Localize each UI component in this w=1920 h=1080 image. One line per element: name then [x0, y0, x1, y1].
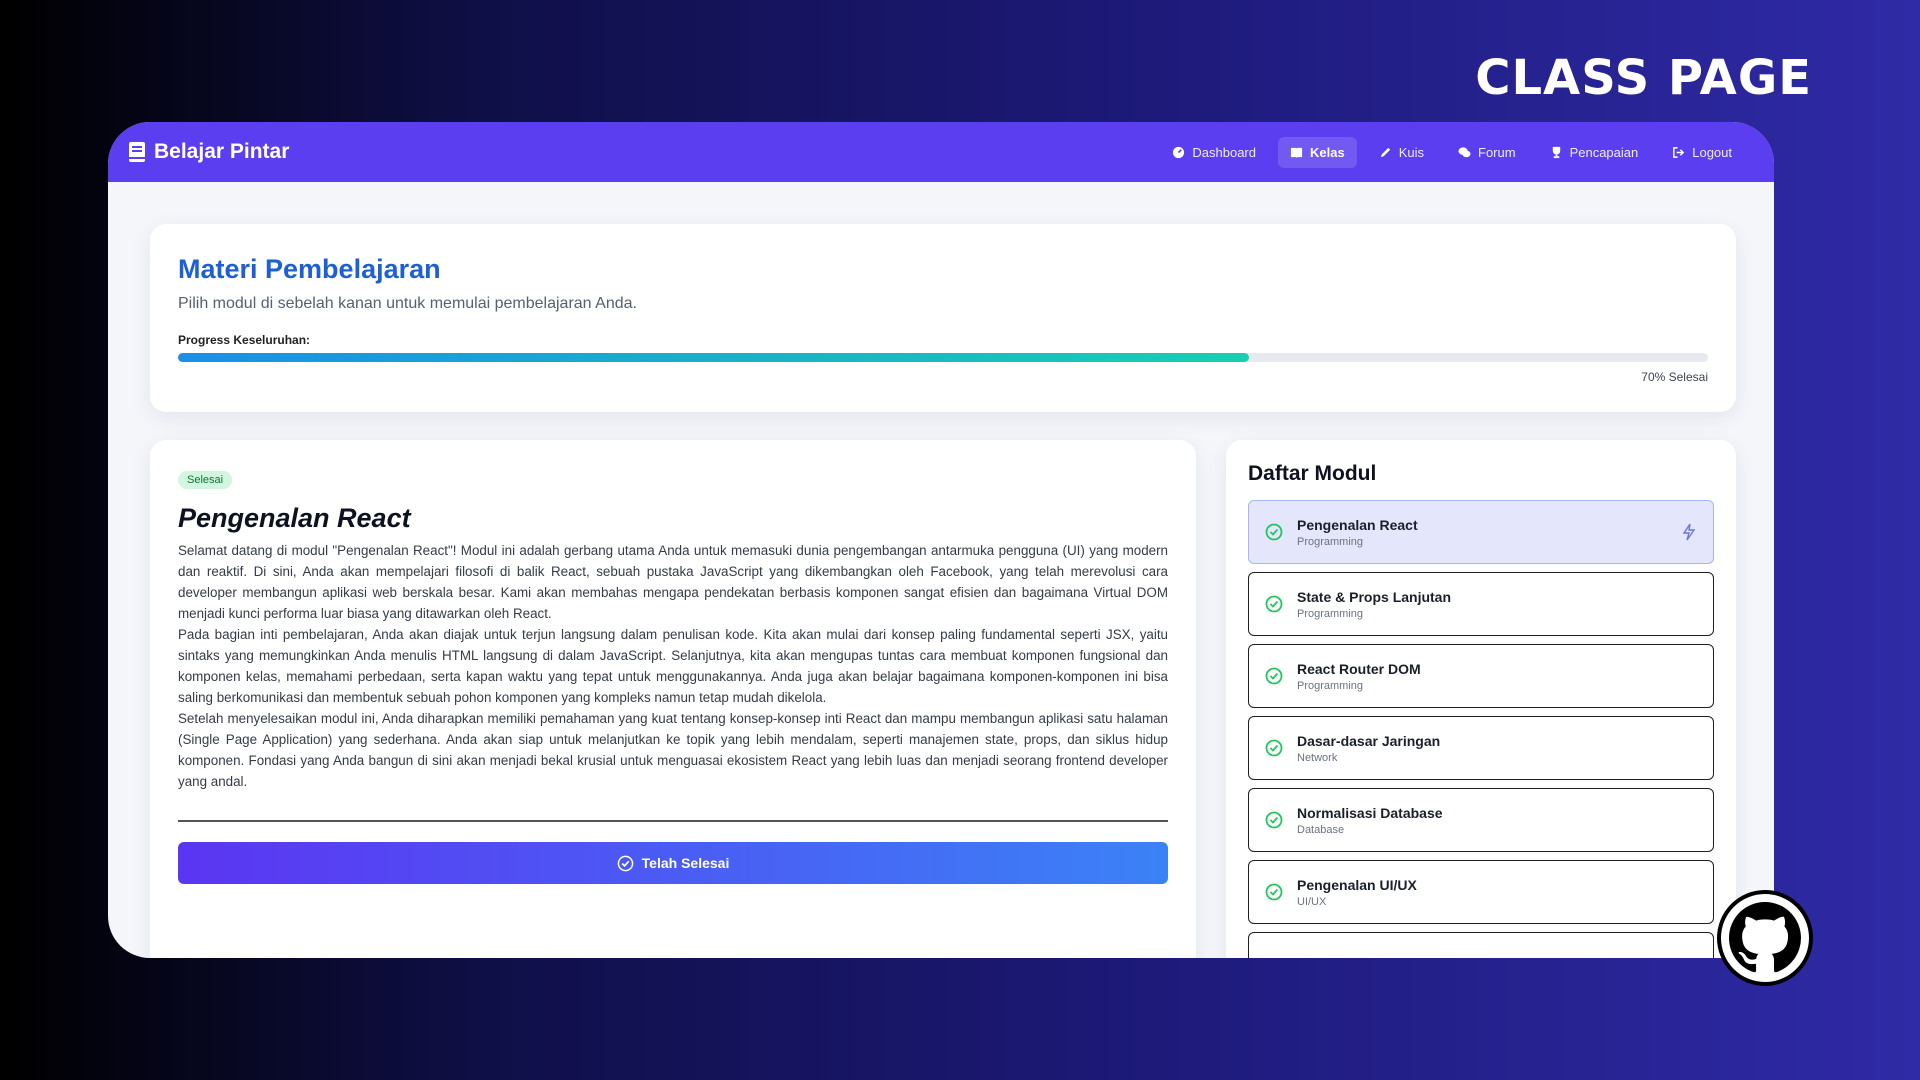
check-circle-icon: [1265, 523, 1283, 541]
lesson-paragraph: Pada bagian inti pembelajaran, Anda akan…: [178, 627, 1168, 705]
status-badge: Selesai: [178, 471, 233, 489]
lesson-title: Pengenalan React: [178, 503, 411, 533]
overview-card: Materi Pembelajaran Pilih modul di sebel…: [150, 224, 1736, 412]
nav-forum-label: Forum: [1478, 144, 1516, 160]
nav-pencapaian-label: Pencapaian: [1569, 144, 1639, 160]
github-badge[interactable]: [1717, 890, 1813, 986]
nav-links: Dashboard Kelas Kuis Forum Pencapaian Lo…: [1160, 136, 1744, 168]
module-name: Pengenalan UI/UX: [1297, 876, 1417, 893]
pencil-icon: [1380, 147, 1390, 157]
check-circle-icon: [1265, 739, 1283, 757]
dashboard-icon: [1173, 146, 1185, 158]
check-circle-icon: [1265, 811, 1283, 829]
module-item[interactable]: State & Props Lanjutan Programming: [1248, 572, 1714, 636]
module-list-title: Daftar Modul: [1248, 462, 1377, 485]
progress-fill: [178, 353, 1249, 362]
progress-label: Progress Keseluruhan:: [178, 333, 311, 347]
module-item[interactable]: Normalisasi Database Database: [1248, 788, 1714, 852]
progress-bar: [178, 353, 1708, 362]
module-category: Database: [1297, 823, 1345, 836]
module-name: State & Props Lanjutan: [1297, 588, 1452, 605]
module-item[interactable]: [1248, 932, 1714, 958]
module-name: React Router DOM: [1297, 660, 1421, 677]
module-item[interactable]: Pengenalan React Programming: [1248, 500, 1714, 564]
module-list-card: Daftar Modul Pengenalan React Programmin…: [1226, 440, 1736, 958]
nav-logout-label: Logout: [1692, 144, 1732, 160]
lesson-card: Selesai Pengenalan React Selamat datang …: [150, 440, 1196, 958]
nav-kuis-label: Kuis: [1398, 144, 1424, 160]
module-name: Normalisasi Database: [1297, 804, 1443, 821]
nav-dashboard-label: Dashboard: [1192, 144, 1256, 160]
check-circle-icon: [1265, 883, 1283, 901]
page-subtitle: Pilih modul di sebelah kanan untuk memul…: [178, 295, 637, 312]
lesson-paragraph: Setelah menyelesaikan modul ini, Anda di…: [178, 711, 1168, 789]
complete-button[interactable]: Telah Selesai: [178, 842, 1168, 884]
nav-dashboard[interactable]: Dashboard: [1160, 137, 1268, 168]
module-item[interactable]: Pengenalan UI/UX UI/UX: [1248, 860, 1714, 924]
lesson-paragraph: Selamat datang di modul "Pengenalan Reac…: [178, 543, 1168, 621]
navbar: Belajar Pintar Dashboard Kelas Kuis Foru…: [108, 122, 1774, 182]
complete-button-label: Telah Selesai: [641, 855, 730, 871]
nav-kuis[interactable]: Kuis: [1367, 137, 1436, 168]
bolt-icon: [1682, 523, 1696, 541]
module-item[interactable]: React Router DOM Programming: [1248, 644, 1714, 708]
module-item[interactable]: Dasar-dasar Jaringan Network: [1248, 716, 1714, 780]
trophy-icon: [1552, 146, 1560, 158]
book-icon: [1290, 147, 1303, 158]
check-circle-icon: [1265, 667, 1283, 685]
page-title: Materi Pembelajaran: [178, 254, 441, 284]
nav-kelas-label: Kelas: [1310, 144, 1345, 160]
hero-title: CLASS PAGE: [1475, 50, 1812, 106]
check-circle-icon: [617, 855, 633, 871]
module-name: Pengenalan React: [1297, 516, 1418, 533]
chat-icon: [1458, 146, 1471, 157]
app-window: Belajar Pintar Dashboard Kelas Kuis Foru…: [108, 122, 1774, 958]
github-icon: [1729, 902, 1801, 973]
brand-label: Belajar Pintar: [154, 140, 290, 163]
progress-caption: 70% Selesai: [1641, 370, 1708, 384]
module-category: Programming: [1297, 679, 1364, 692]
nav-pencapaian[interactable]: Pencapaian: [1538, 137, 1651, 168]
book-logo-icon: [129, 142, 145, 162]
check-circle-icon: [1265, 595, 1283, 613]
nav-logout[interactable]: Logout: [1660, 137, 1744, 168]
divider: [178, 820, 1168, 822]
brand[interactable]: Belajar Pintar: [128, 140, 289, 164]
module-category: Programming: [1297, 607, 1364, 620]
nav-forum[interactable]: Forum: [1446, 137, 1528, 168]
logout-icon: [1673, 146, 1685, 158]
module-name: Dasar-dasar Jaringan: [1297, 732, 1441, 749]
module-category: Network: [1297, 751, 1338, 764]
module-category: Programming: [1297, 535, 1364, 548]
nav-kelas[interactable]: Kelas: [1278, 136, 1357, 168]
module-category: UI/UX: [1297, 895, 1327, 908]
